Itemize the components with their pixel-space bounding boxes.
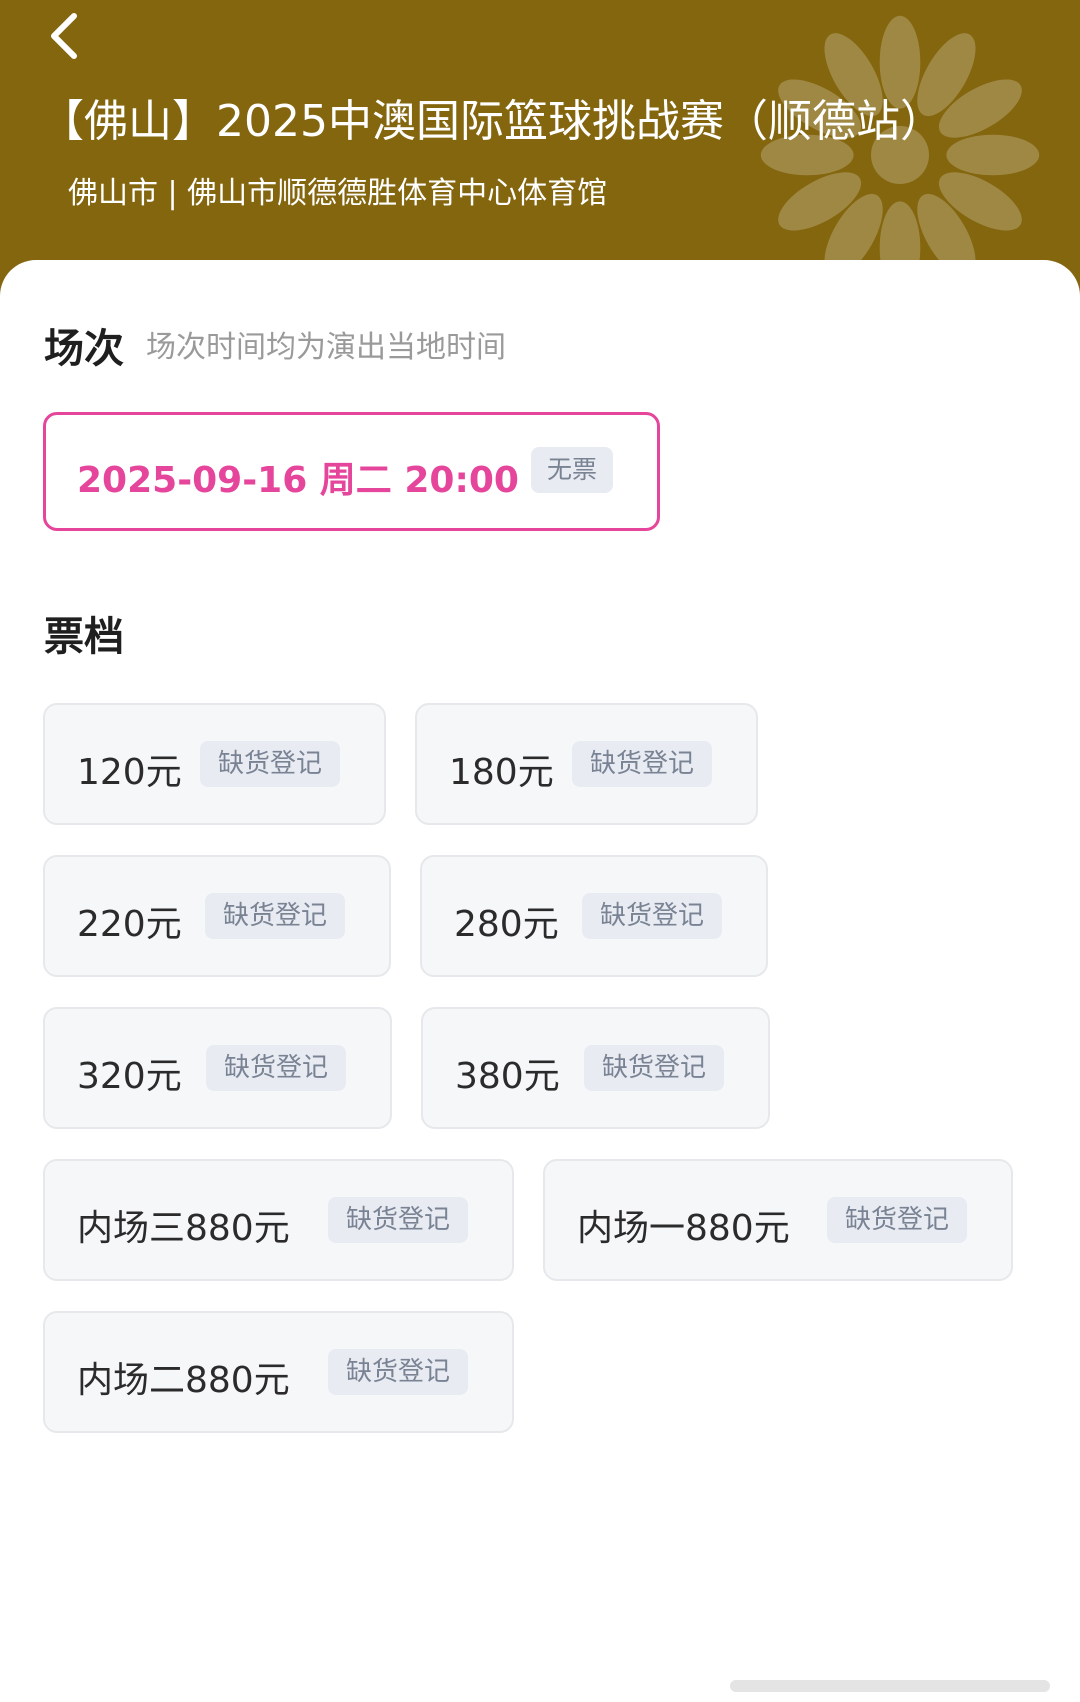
- tiers-heading: 票档: [44, 614, 124, 660]
- tier-price: 120元: [77, 752, 182, 793]
- tier-220[interactable]: 220元 缺货登记: [43, 855, 391, 977]
- tier-price: 380元: [455, 1056, 560, 1097]
- tier-280[interactable]: 280元 缺货登记: [420, 855, 768, 977]
- tier-floor-1[interactable]: 内场一880元 缺货登记: [543, 1159, 1013, 1281]
- tier-price: 220元: [77, 904, 182, 945]
- tier-price: 280元: [454, 904, 559, 945]
- sessions-note: 场次时间均为演出当地时间: [146, 330, 506, 365]
- waitlist-badge: 缺货登记: [328, 1349, 469, 1395]
- waitlist-badge: 缺货登记: [328, 1197, 469, 1243]
- waitlist-badge: 缺货登记: [584, 1045, 725, 1091]
- tier-floor-3[interactable]: 内场三880元 缺货登记: [43, 1159, 514, 1281]
- waitlist-badge: 缺货登记: [200, 741, 341, 787]
- tier-price: 180元: [449, 752, 554, 793]
- back-button[interactable]: [36, 6, 96, 66]
- tier-price: 内场一880元: [577, 1208, 790, 1249]
- tier-320[interactable]: 320元 缺货登记: [43, 1007, 392, 1129]
- tier-180[interactable]: 180元 缺货登记: [415, 703, 758, 825]
- waitlist-badge: 缺货登记: [572, 741, 713, 787]
- tier-price: 内场二880元: [77, 1360, 290, 1401]
- tier-price: 320元: [77, 1056, 182, 1097]
- sessions-heading: 场次: [44, 326, 124, 372]
- tier-price: 内场三880元: [77, 1208, 290, 1249]
- waitlist-badge: 缺货登记: [582, 893, 723, 939]
- session-datetime: 2025-09-16 周二 20:00: [77, 460, 519, 501]
- event-venue: 佛山市 | 佛山市顺德德胜体育中心体育馆: [68, 176, 608, 211]
- no-ticket-badge: 无票: [531, 447, 614, 493]
- waitlist-badge: 缺货登记: [205, 893, 346, 939]
- tier-120[interactable]: 120元 缺货登记: [43, 703, 386, 825]
- waitlist-badge: 缺货登记: [827, 1197, 968, 1243]
- event-title: 【佛山】2025中澳国际篮球挑战赛（顺德站）: [40, 96, 944, 147]
- session-option[interactable]: 2025-09-16 周二 20:00 无票: [43, 412, 660, 531]
- tier-380[interactable]: 380元 缺货登记: [421, 1007, 770, 1129]
- flower-watermark-icon: [760, 15, 1040, 295]
- waitlist-badge: 缺货登记: [206, 1045, 347, 1091]
- home-indicator: [730, 1680, 1050, 1692]
- chevron-left-icon: [51, 13, 77, 59]
- tier-floor-2[interactable]: 内场二880元 缺货登记: [43, 1311, 514, 1433]
